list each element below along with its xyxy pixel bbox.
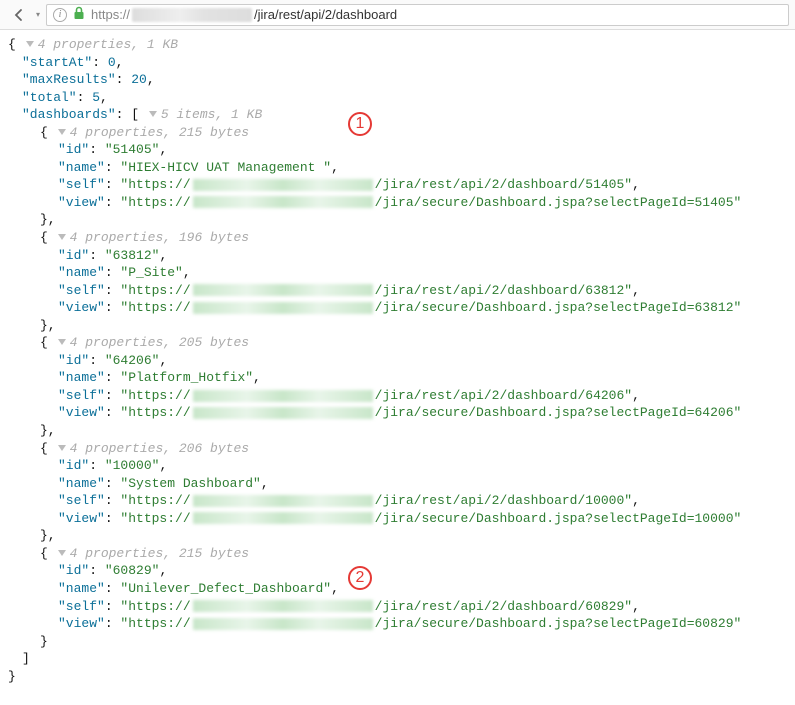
redacted-host xyxy=(193,495,373,507)
collapse-icon[interactable] xyxy=(149,111,157,117)
redacted-host xyxy=(193,618,373,630)
collapse-icon[interactable] xyxy=(58,445,66,451)
annotation-2: 2 xyxy=(348,566,372,590)
json-viewer: 1 2 { 4 properties, 1 KB "startAt": 0, "… xyxy=(0,30,795,705)
redacted-host xyxy=(193,512,373,524)
back-button[interactable] xyxy=(6,4,32,26)
browser-toolbar: ▾ i https:// /jira/rest/api/2/dashboard xyxy=(0,0,795,30)
redacted-host xyxy=(193,196,373,208)
lock-icon xyxy=(73,6,85,23)
history-dropdown-icon[interactable]: ▾ xyxy=(36,10,40,19)
address-bar[interactable]: i https:// /jira/rest/api/2/dashboard xyxy=(46,4,789,26)
redacted-host xyxy=(193,600,373,612)
collapse-icon[interactable] xyxy=(58,550,66,556)
redacted-host xyxy=(193,179,373,191)
collapse-icon[interactable] xyxy=(58,234,66,240)
redacted-host xyxy=(193,390,373,402)
collapse-icon[interactable] xyxy=(58,339,66,345)
redacted-host xyxy=(132,8,252,22)
annotation-1: 1 xyxy=(348,112,372,136)
collapse-icon[interactable] xyxy=(58,129,66,135)
redacted-host xyxy=(193,284,373,296)
collapse-icon[interactable] xyxy=(26,41,34,47)
redacted-host xyxy=(193,302,373,314)
url-text: https:// /jira/rest/api/2/dashboard xyxy=(91,7,397,22)
info-icon[interactable]: i xyxy=(53,8,67,22)
redacted-host xyxy=(193,407,373,419)
